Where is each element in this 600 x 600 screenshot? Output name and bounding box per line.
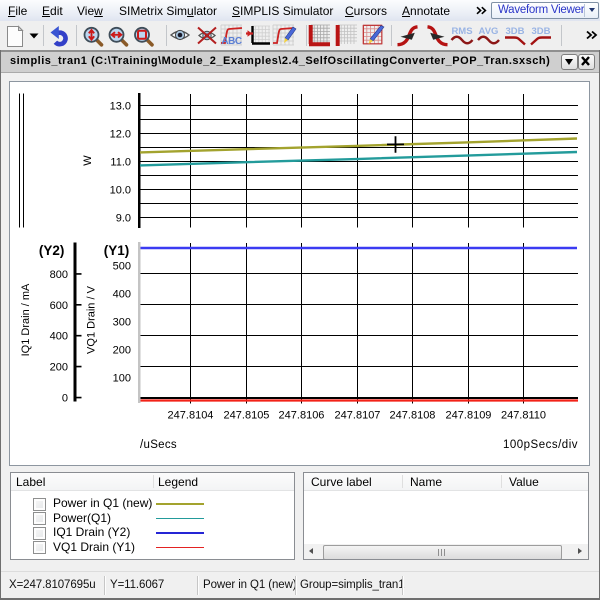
svg-text:0: 0 bbox=[62, 393, 68, 405]
svg-text:247.8106: 247.8106 bbox=[279, 410, 325, 422]
svg-text:13.0: 13.0 bbox=[110, 100, 131, 112]
svg-text:247.8107: 247.8107 bbox=[335, 410, 381, 422]
svg-text:247.8104: 247.8104 bbox=[168, 410, 214, 422]
svg-text:IQ1 Drain / mA: IQ1 Drain / mA bbox=[20, 283, 32, 356]
svg-text:800: 800 bbox=[50, 269, 68, 281]
svg-text:247.8108: 247.8108 bbox=[390, 410, 436, 422]
svg-text:200: 200 bbox=[113, 345, 131, 357]
svg-text:400: 400 bbox=[50, 331, 68, 343]
svg-text:600: 600 bbox=[50, 300, 68, 312]
svg-text:100pSecs/div: 100pSecs/div bbox=[503, 439, 578, 451]
svg-text:11.0: 11.0 bbox=[110, 156, 131, 168]
svg-text:VQ1 Drain / V: VQ1 Drain / V bbox=[86, 285, 98, 354]
svg-text:247.8110: 247.8110 bbox=[501, 410, 546, 422]
svg-text:AVG: AVG bbox=[479, 26, 499, 37]
svg-text:RMS: RMS bbox=[451, 26, 472, 37]
svg-text:W: W bbox=[82, 155, 94, 166]
svg-text:10.0: 10.0 bbox=[110, 184, 131, 196]
svg-text:3DB: 3DB bbox=[531, 26, 550, 37]
svg-text:(Y1): (Y1) bbox=[104, 243, 130, 258]
svg-text:9.0: 9.0 bbox=[116, 212, 131, 224]
svg-text:12.0: 12.0 bbox=[110, 128, 131, 140]
svg-text:(Y2): (Y2) bbox=[39, 243, 65, 258]
svg-text:300: 300 bbox=[113, 317, 131, 329]
svg-text:/uSecs: /uSecs bbox=[140, 439, 177, 451]
svg-text:ABC: ABC bbox=[221, 36, 241, 47]
svg-text:200: 200 bbox=[50, 362, 68, 374]
svg-text:247.8105: 247.8105 bbox=[224, 410, 270, 422]
svg-text:3DB: 3DB bbox=[505, 26, 524, 37]
svg-text:400: 400 bbox=[113, 289, 131, 301]
svg-text:247.8109: 247.8109 bbox=[446, 410, 492, 422]
svg-text:500: 500 bbox=[113, 261, 131, 273]
svg-text:100: 100 bbox=[113, 373, 131, 385]
